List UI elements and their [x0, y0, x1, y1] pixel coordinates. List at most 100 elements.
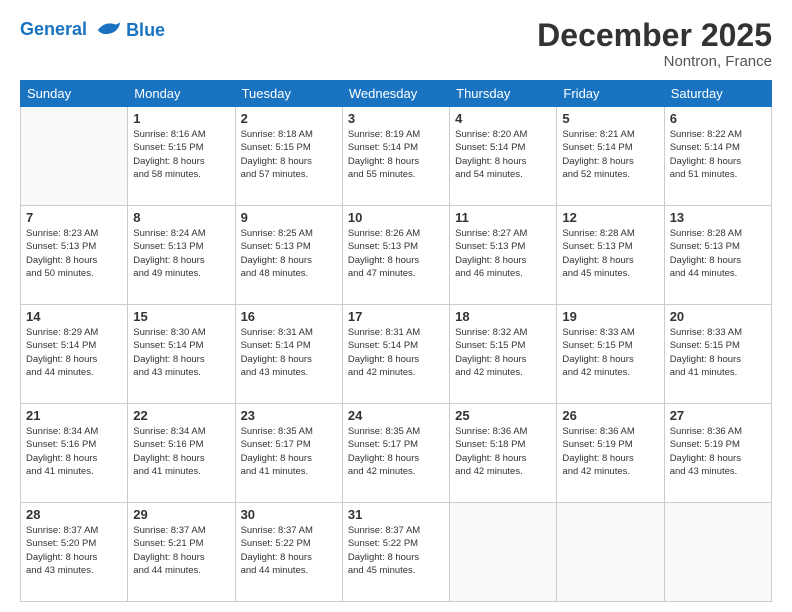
day-number: 31: [348, 507, 444, 522]
table-row: [450, 503, 557, 602]
calendar-table: Sunday Monday Tuesday Wednesday Thursday…: [20, 80, 772, 602]
calendar-week-row: 21 Sunrise: 8:34 AMSunset: 5:16 PMDayligh…: [21, 404, 772, 503]
day-number: 22: [133, 408, 229, 423]
day-info: Sunrise: 8:23 AMSunset: 5:13 PMDaylight:…: [26, 227, 122, 280]
day-number: 1: [133, 111, 229, 126]
day-info: Sunrise: 8:36 AMSunset: 5:18 PMDaylight:…: [455, 425, 551, 478]
day-info: Sunrise: 8:34 AMSunset: 5:16 PMDaylight:…: [133, 425, 229, 478]
table-row: 22 Sunrise: 8:34 AMSunset: 5:16 PMDayligh…: [128, 404, 235, 503]
day-number: 23: [241, 408, 337, 423]
day-info: Sunrise: 8:19 AMSunset: 5:14 PMDaylight:…: [348, 128, 444, 181]
day-number: 6: [670, 111, 766, 126]
table-row: 13 Sunrise: 8:28 AMSunset: 5:13 PMDayligh…: [664, 206, 771, 305]
day-info: Sunrise: 8:33 AMSunset: 5:15 PMDaylight:…: [670, 326, 766, 379]
day-number: 21: [26, 408, 122, 423]
table-row: [21, 107, 128, 206]
table-row: [557, 503, 664, 602]
day-number: 25: [455, 408, 551, 423]
logo-general: General: [20, 19, 87, 39]
col-tuesday: Tuesday: [235, 81, 342, 107]
calendar-week-row: 14 Sunrise: 8:29 AMSunset: 5:14 PMDayligh…: [21, 305, 772, 404]
day-info: Sunrise: 8:31 AMSunset: 5:14 PMDaylight:…: [241, 326, 337, 379]
table-row: 20Sunrise: 8:33 AMSunset: 5:15 PMDayligh…: [664, 305, 771, 404]
calendar-week-row: 1 Sunrise: 8:16 AMSunset: 5:15 PMDaylight…: [21, 107, 772, 206]
title-area: December 2025 Nontron, France: [537, 18, 772, 70]
day-number: 12: [562, 210, 658, 225]
day-number: 11: [455, 210, 551, 225]
day-number: 8: [133, 210, 229, 225]
col-monday: Monday: [128, 81, 235, 107]
table-row: 23 Sunrise: 8:35 AMSunset: 5:17 PMDayligh…: [235, 404, 342, 503]
day-number: 13: [670, 210, 766, 225]
day-number: 2: [241, 111, 337, 126]
day-info: Sunrise: 8:26 AMSunset: 5:13 PMDaylight:…: [348, 227, 444, 280]
col-wednesday: Wednesday: [342, 81, 449, 107]
table-row: 16 Sunrise: 8:31 AMSunset: 5:14 PMDayligh…: [235, 305, 342, 404]
table-row: 14 Sunrise: 8:29 AMSunset: 5:14 PMDayligh…: [21, 305, 128, 404]
table-row: 30 Sunrise: 8:37 AMSunset: 5:22 PMDayligh…: [235, 503, 342, 602]
day-info: Sunrise: 8:37 AMSunset: 5:22 PMDaylight:…: [241, 524, 337, 577]
day-info: Sunrise: 8:20 AMSunset: 5:14 PMDaylight:…: [455, 128, 551, 181]
day-number: 16: [241, 309, 337, 324]
day-number: 5: [562, 111, 658, 126]
table-row: 10Sunrise: 8:26 AMSunset: 5:13 PMDayligh…: [342, 206, 449, 305]
day-info: Sunrise: 8:22 AMSunset: 5:14 PMDaylight:…: [670, 128, 766, 181]
table-row: 7 Sunrise: 8:23 AMSunset: 5:13 PMDaylight…: [21, 206, 128, 305]
month-title: December 2025: [537, 18, 772, 53]
logo-blue: Blue: [126, 20, 165, 41]
day-number: 30: [241, 507, 337, 522]
table-row: 12 Sunrise: 8:28 AMSunset: 5:13 PMDayligh…: [557, 206, 664, 305]
day-info: Sunrise: 8:35 AMSunset: 5:17 PMDaylight:…: [241, 425, 337, 478]
table-row: 27Sunrise: 8:36 AMSunset: 5:19 PMDayligh…: [664, 404, 771, 503]
day-number: 26: [562, 408, 658, 423]
day-info: Sunrise: 8:30 AMSunset: 5:14 PMDaylight:…: [133, 326, 229, 379]
table-row: 2 Sunrise: 8:18 AMSunset: 5:15 PMDaylight…: [235, 107, 342, 206]
table-row: 3 Sunrise: 8:19 AMSunset: 5:14 PMDaylight…: [342, 107, 449, 206]
day-info: Sunrise: 8:28 AMSunset: 5:13 PMDaylight:…: [562, 227, 658, 280]
day-info: Sunrise: 8:37 AMSunset: 5:20 PMDaylight:…: [26, 524, 122, 577]
table-row: 5Sunrise: 8:21 AMSunset: 5:14 PMDaylight…: [557, 107, 664, 206]
table-row: 17Sunrise: 8:31 AMSunset: 5:14 PMDayligh…: [342, 305, 449, 404]
table-row: 25 Sunrise: 8:36 AMSunset: 5:18 PMDayligh…: [450, 404, 557, 503]
table-row: 6 Sunrise: 8:22 AMSunset: 5:14 PMDaylight…: [664, 107, 771, 206]
table-row: 28 Sunrise: 8:37 AMSunset: 5:20 PMDayligh…: [21, 503, 128, 602]
day-number: 3: [348, 111, 444, 126]
col-thursday: Thursday: [450, 81, 557, 107]
logo-bird-icon: [94, 18, 124, 42]
col-sunday: Sunday: [21, 81, 128, 107]
table-row: 26 Sunrise: 8:36 AMSunset: 5:19 PMDayligh…: [557, 404, 664, 503]
day-number: 14: [26, 309, 122, 324]
day-number: 7: [26, 210, 122, 225]
table-row: 31Sunrise: 8:37 AMSunset: 5:22 PMDayligh…: [342, 503, 449, 602]
table-row: [664, 503, 771, 602]
col-friday: Friday: [557, 81, 664, 107]
day-number: 28: [26, 507, 122, 522]
table-row: 24 Sunrise: 8:35 AMSunset: 5:17 PMDayligh…: [342, 404, 449, 503]
table-row: 18Sunrise: 8:32 AMSunset: 5:15 PMDayligh…: [450, 305, 557, 404]
day-info: Sunrise: 8:36 AMSunset: 5:19 PMDaylight:…: [562, 425, 658, 478]
table-row: 8 Sunrise: 8:24 AMSunset: 5:13 PMDaylight…: [128, 206, 235, 305]
day-info: Sunrise: 8:32 AMSunset: 5:15 PMDaylight:…: [455, 326, 551, 379]
day-info: Sunrise: 8:18 AMSunset: 5:15 PMDaylight:…: [241, 128, 337, 181]
col-saturday: Saturday: [664, 81, 771, 107]
table-row: 29Sunrise: 8:37 AMSunset: 5:21 PMDayligh…: [128, 503, 235, 602]
day-info: Sunrise: 8:27 AMSunset: 5:13 PMDaylight:…: [455, 227, 551, 280]
day-info: Sunrise: 8:16 AMSunset: 5:15 PMDaylight:…: [133, 128, 229, 181]
table-row: 11 Sunrise: 8:27 AMSunset: 5:13 PMDayligh…: [450, 206, 557, 305]
day-info: Sunrise: 8:29 AMSunset: 5:14 PMDaylight:…: [26, 326, 122, 379]
location: Nontron, France: [537, 53, 772, 70]
calendar-week-row: 28 Sunrise: 8:37 AMSunset: 5:20 PMDayligh…: [21, 503, 772, 602]
day-info: Sunrise: 8:34 AMSunset: 5:16 PMDaylight:…: [26, 425, 122, 478]
day-info: Sunrise: 8:36 AMSunset: 5:19 PMDaylight:…: [670, 425, 766, 478]
day-number: 9: [241, 210, 337, 225]
table-row: 19Sunrise: 8:33 AMSunset: 5:15 PMDayligh…: [557, 305, 664, 404]
day-info: Sunrise: 8:35 AMSunset: 5:17 PMDaylight:…: [348, 425, 444, 478]
table-row: 9Sunrise: 8:25 AMSunset: 5:13 PMDaylight…: [235, 206, 342, 305]
table-row: 15 Sunrise: 8:30 AMSunset: 5:14 PMDayligh…: [128, 305, 235, 404]
day-number: 24: [348, 408, 444, 423]
day-info: Sunrise: 8:28 AMSunset: 5:13 PMDaylight:…: [670, 227, 766, 280]
day-number: 15: [133, 309, 229, 324]
calendar-week-row: 7 Sunrise: 8:23 AMSunset: 5:13 PMDaylight…: [21, 206, 772, 305]
day-info: Sunrise: 8:24 AMSunset: 5:13 PMDaylight:…: [133, 227, 229, 280]
calendar-header-row: Sunday Monday Tuesday Wednesday Thursday…: [21, 81, 772, 107]
